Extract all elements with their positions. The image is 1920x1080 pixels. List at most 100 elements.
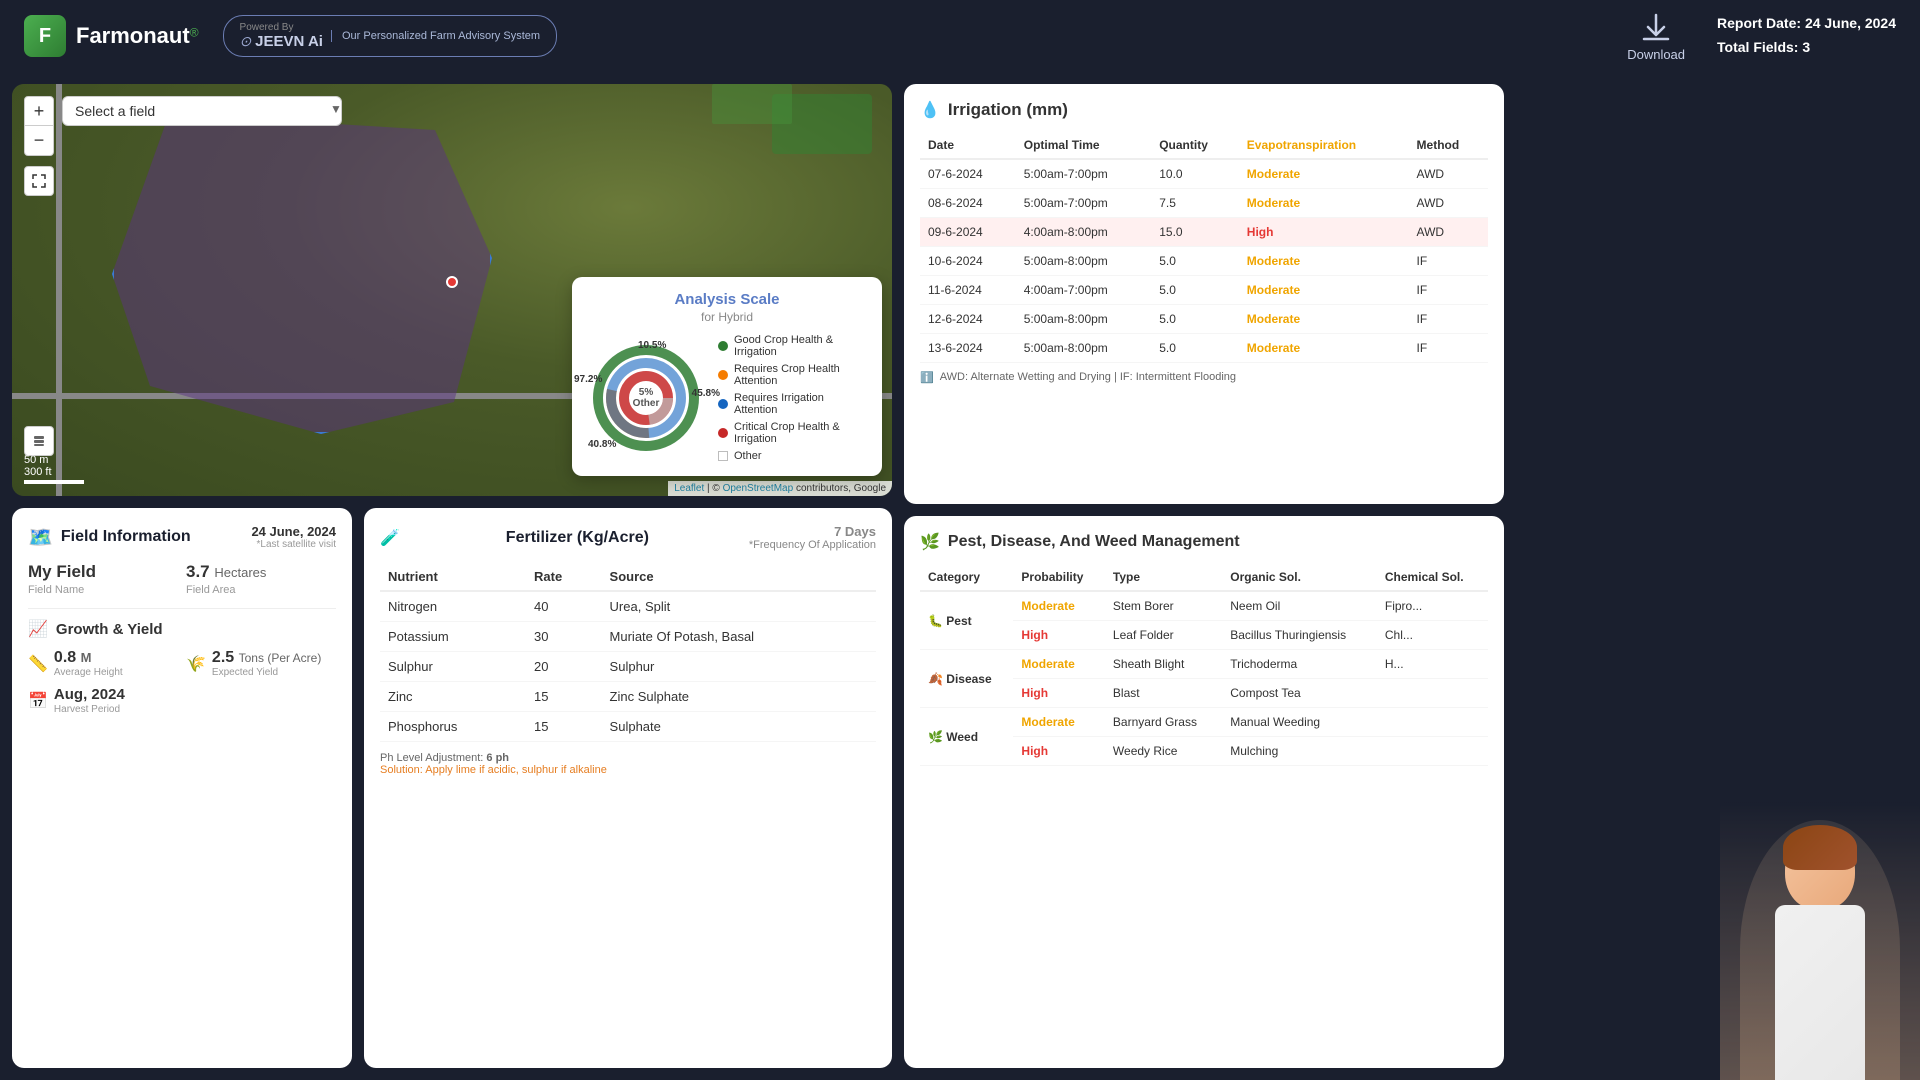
- irr-col-evap: Evapotranspiration: [1239, 132, 1409, 159]
- road-vertical-left: [56, 84, 62, 496]
- bottom-panels: 🗺️ Field Information 24 June, 2024 *Last…: [12, 508, 892, 1068]
- harvest-row: 📅 Aug, 2024 Harvest Period: [28, 686, 336, 715]
- field-date-sub: *Last satellite visit: [251, 539, 336, 550]
- legend-other: Other: [718, 450, 868, 462]
- field-info-panel: 🗺️ Field Information 24 June, 2024 *Last…: [12, 508, 352, 1068]
- map-container: + − Select a field ▼: [12, 84, 892, 496]
- irr-time: 4:00am-7:00pm: [1016, 276, 1151, 305]
- irr-qty: 7.5: [1151, 189, 1239, 218]
- zoom-out-button[interactable]: −: [24, 126, 54, 156]
- analysis-subtitle: for Hybrid: [586, 310, 868, 324]
- irr-method: IF: [1409, 247, 1488, 276]
- pest-icon: 🌿: [920, 532, 940, 552]
- growth-title: Growth & Yield: [56, 621, 163, 638]
- irr-evap: Moderate: [1239, 305, 1409, 334]
- irr-date: 08-6-2024: [920, 189, 1016, 218]
- pest-col-organic: Organic Sol.: [1222, 564, 1377, 591]
- fert-row: Potassium30Muriate Of Potash, Basal: [380, 622, 876, 652]
- pest-table: Category Probability Type Organic Sol. C…: [920, 564, 1488, 766]
- analysis-legend: Good Crop Health & Irrigation Requires C…: [718, 334, 868, 462]
- map-attribution: Leaflet | © OpenStreetMap contributors, …: [668, 481, 892, 496]
- irr-time: 5:00am-7:00pm: [1016, 159, 1151, 189]
- pest-title: Pest, Disease, And Weed Management: [948, 533, 1240, 551]
- pest-chemical: [1377, 708, 1488, 737]
- pest-col-prob: Probability: [1013, 564, 1105, 591]
- irr-date: 10-6-2024: [920, 247, 1016, 276]
- powered-by-text: Powered By: [240, 22, 323, 33]
- irr-method: AWD: [1409, 218, 1488, 247]
- expected-yield-item: 🌾 2.5 Tons (Per Acre) Expected Yield: [186, 649, 336, 678]
- irr-evap: Moderate: [1239, 189, 1409, 218]
- report-info: Report Date: 24 June, 2024 Total Fields:…: [1717, 12, 1896, 60]
- fert-source: Sulphate: [602, 712, 876, 742]
- pct-45: 45.8%: [692, 388, 720, 399]
- logo-icon: F: [24, 15, 66, 57]
- irr-qty: 10.0: [1151, 159, 1239, 189]
- pest-organic: Manual Weeding: [1222, 708, 1377, 737]
- growth-icon: 📈: [28, 619, 48, 639]
- pest-organic: Mulching: [1222, 737, 1377, 766]
- irr-qty: 5.0: [1151, 247, 1239, 276]
- pest-type: Weedy Rice: [1105, 737, 1222, 766]
- irr-qty: 5.0: [1151, 305, 1239, 334]
- irr-date: 07-6-2024: [920, 159, 1016, 189]
- legend-dot-crop: [718, 370, 728, 380]
- irr-method: IF: [1409, 305, 1488, 334]
- divider: [28, 608, 336, 609]
- zoom-in-button[interactable]: +: [24, 96, 54, 126]
- growth-header: 📈 Growth & Yield: [28, 619, 336, 639]
- irr-evap: Moderate: [1239, 159, 1409, 189]
- col-source: Source: [602, 563, 876, 591]
- fert-rate: 40: [526, 591, 602, 622]
- jeevn-badge: Powered By ⊙ JEEVN Ai Our Personalized F…: [223, 15, 558, 57]
- fert-nutrient: Nitrogen: [380, 591, 526, 622]
- fert-rate: 15: [526, 682, 602, 712]
- irrigation-note: ℹ️ AWD: Alternate Wetting and Drying | I…: [920, 371, 1488, 384]
- pest-col-chemical: Chemical Sol.: [1377, 564, 1488, 591]
- fertilizer-title: Fertilizer (Kg/Acre): [506, 529, 649, 547]
- irrigation-row: 09-6-2024 4:00am-8:00pm 15.0 High AWD: [920, 218, 1488, 247]
- scale-indicator: 50 m 300 ft: [24, 454, 84, 484]
- irr-method: AWD: [1409, 159, 1488, 189]
- fert-row: Nitrogen40Urea, Split: [380, 591, 876, 622]
- legend-irrigation: Requires Irrigation Attention: [718, 392, 868, 416]
- download-icon: [1638, 11, 1674, 47]
- field-select[interactable]: Select a field: [62, 96, 342, 126]
- irr-time: 5:00am-8:00pm: [1016, 247, 1151, 276]
- pest-organic: Trichoderma: [1222, 650, 1377, 679]
- field-name-value: My Field: [28, 562, 178, 582]
- irr-time: 5:00am-8:00pm: [1016, 305, 1151, 334]
- irr-time: 5:00am-7:00pm: [1016, 189, 1151, 218]
- pest-row: 🌿 Weed Moderate Barnyard Grass Manual We…: [920, 708, 1488, 737]
- field-date: 24 June, 2024: [251, 524, 336, 539]
- irr-time: 5:00am-8:00pm: [1016, 334, 1151, 363]
- fullscreen-button[interactable]: [24, 166, 54, 196]
- pct-40: 40.8%: [588, 439, 616, 450]
- pest-col-type: Type: [1105, 564, 1222, 591]
- logo-area: F Farmonaut®: [24, 15, 199, 57]
- irrigation-row: 12-6-2024 5:00am-8:00pm 5.0 Moderate IF: [920, 305, 1488, 334]
- pest-chemical: Chl...: [1377, 621, 1488, 650]
- fert-nutrient: Zinc: [380, 682, 526, 712]
- legend-dot-other: [718, 451, 728, 461]
- field-info-icon: 🗺️: [28, 525, 53, 550]
- layer-button[interactable]: [24, 426, 54, 456]
- pest-type: Barnyard Grass: [1105, 708, 1222, 737]
- donut-center: 5%Other: [633, 387, 660, 409]
- growth-panel: 📈 Growth & Yield 📏 0.8 M Average Height: [28, 619, 336, 715]
- irr-method: AWD: [1409, 189, 1488, 218]
- pest-col-cat: Category: [920, 564, 1013, 591]
- fert-freq: 7 Days *Frequency Of Application: [749, 524, 876, 551]
- fert-source: Muriate Of Potash, Basal: [602, 622, 876, 652]
- irrigation-title: Irrigation (mm): [948, 100, 1068, 120]
- legend-dot-critical: [718, 428, 728, 438]
- irr-date: 12-6-2024: [920, 305, 1016, 334]
- legend-critical: Critical Crop Health & Irrigation: [718, 421, 868, 445]
- pest-prob: High: [1013, 621, 1105, 650]
- growth-grid: 📏 0.8 M Average Height 🌾 2.5 Ton: [28, 649, 336, 678]
- download-button[interactable]: Download: [1627, 11, 1685, 62]
- pest-type: Stem Borer: [1105, 591, 1222, 621]
- irr-evap: Moderate: [1239, 334, 1409, 363]
- field-grid: My Field Field Name 3.7 Hectares Field A…: [28, 562, 336, 596]
- pest-prob: Moderate: [1013, 650, 1105, 679]
